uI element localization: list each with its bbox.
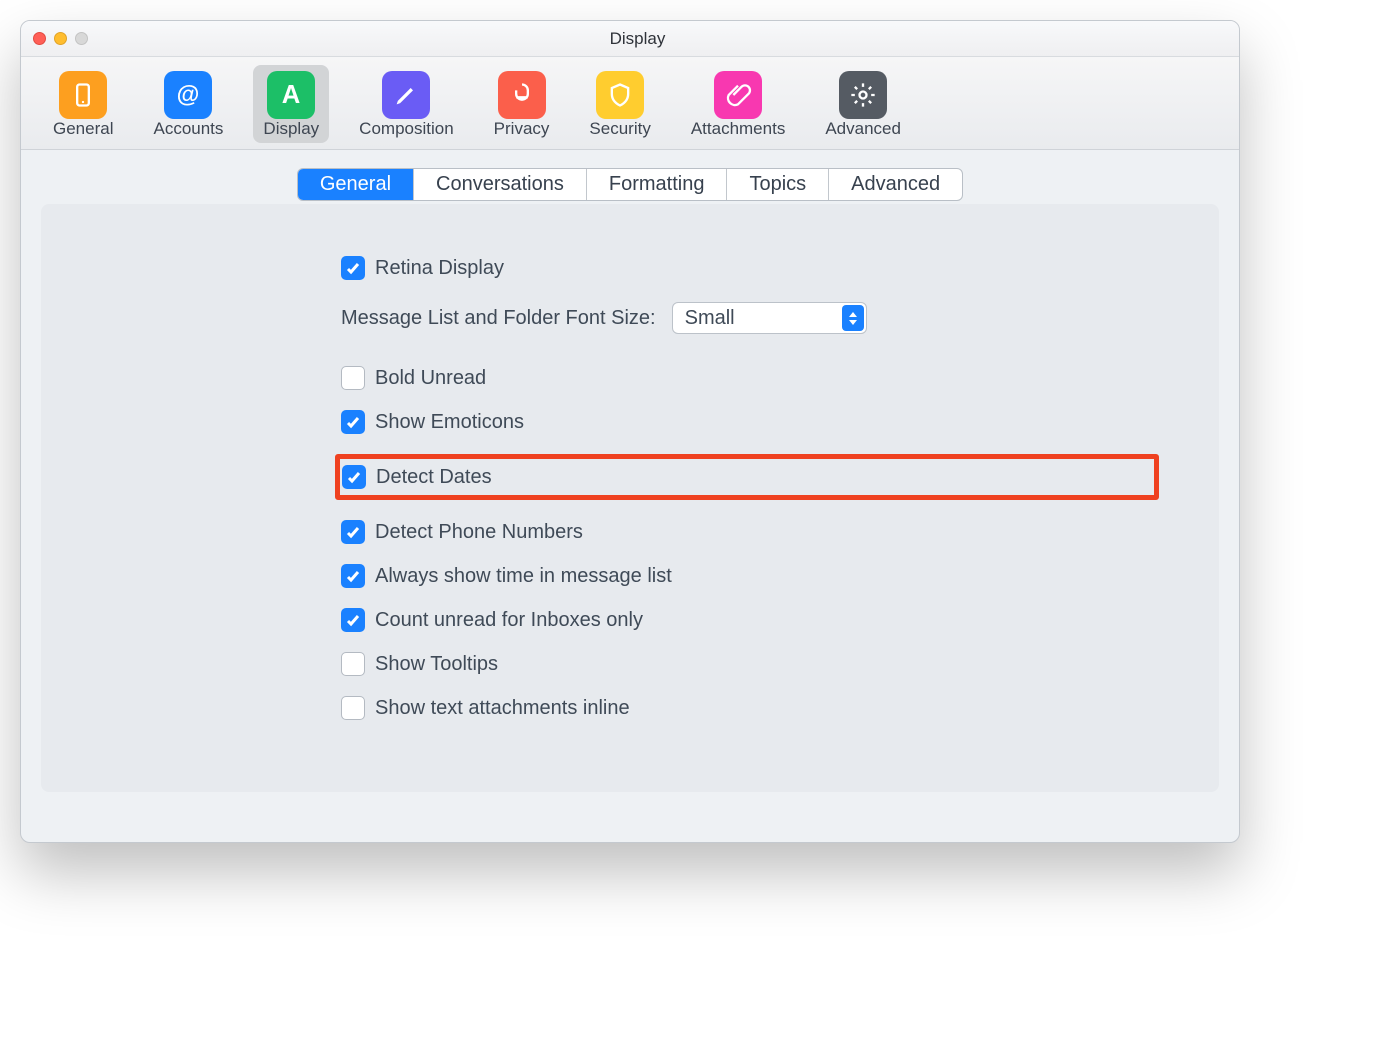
- subtab-conversations[interactable]: Conversations: [414, 169, 587, 200]
- A-icon: A: [267, 71, 315, 119]
- row-time: Always show time in message list: [341, 564, 1159, 588]
- label-inline: Show text attachments inline: [375, 697, 630, 720]
- subtab-general[interactable]: General: [298, 169, 414, 200]
- row-inline: Show text attachments inline: [341, 696, 1159, 720]
- window-title: Display: [48, 29, 1227, 49]
- settings-panel: Retina Display Message List and Folder Fo…: [41, 204, 1219, 792]
- checkbox-time[interactable]: [341, 564, 365, 588]
- font-size-value: Small: [685, 307, 735, 330]
- label-emoti: Show Emoticons: [375, 411, 524, 434]
- toolbar-general[interactable]: General: [43, 65, 123, 143]
- shield-icon: [596, 71, 644, 119]
- pencil-icon: [382, 71, 430, 119]
- checkbox-inline[interactable]: [341, 696, 365, 720]
- toolbar-advanced[interactable]: Advanced: [815, 65, 911, 143]
- titlebar: Display: [21, 21, 1239, 57]
- gear-icon: [839, 71, 887, 119]
- toolbar-accounts[interactable]: @ Accounts: [143, 65, 233, 143]
- preferences-window: Display General @ Accounts A Display Composit…: [20, 20, 1240, 843]
- toolbar-label: General: [53, 119, 113, 139]
- toolbar-label: Attachments: [691, 119, 786, 139]
- checkbox-tooltips[interactable]: [341, 652, 365, 676]
- label-phone: Detect Phone Numbers: [375, 521, 583, 544]
- subtab-bar: GeneralConversationsFormattingTopicsAdva…: [41, 168, 1219, 201]
- checkbox-phone[interactable]: [341, 520, 365, 544]
- checkbox-retina[interactable]: [341, 256, 365, 280]
- at-icon: @: [164, 71, 212, 119]
- label-tooltips: Show Tooltips: [375, 653, 498, 676]
- toolbar-privacy[interactable]: Privacy: [484, 65, 560, 143]
- phone-icon: [59, 71, 107, 119]
- preferences-toolbar: General @ Accounts A Display Composition Priva…: [21, 57, 1239, 150]
- row-phone: Detect Phone Numbers: [341, 520, 1159, 544]
- toolbar-attachments[interactable]: Attachments: [681, 65, 796, 143]
- font-size-select[interactable]: Small: [672, 302, 867, 334]
- row-retina: Retina Display: [341, 256, 1159, 280]
- content-area: GeneralConversationsFormattingTopicsAdva…: [21, 150, 1239, 842]
- label-retina: Retina Display: [375, 257, 504, 280]
- close-button[interactable]: [33, 32, 46, 45]
- row-emoti: Show Emoticons: [341, 410, 1159, 434]
- font-size-label: Message List and Folder Font Size:: [341, 307, 656, 330]
- label-dates: Detect Dates: [376, 466, 492, 489]
- row-bold: Bold Unread: [341, 366, 1159, 390]
- clip-icon: [714, 71, 762, 119]
- checkbox-emoti[interactable]: [341, 410, 365, 434]
- toolbar-label: Privacy: [494, 119, 550, 139]
- row-tooltips: Show Tooltips: [341, 652, 1159, 676]
- label-count: Count unread for Inboxes only: [375, 609, 643, 632]
- subtab-topics[interactable]: Topics: [727, 169, 829, 200]
- checkbox-count[interactable]: [341, 608, 365, 632]
- checkbox-bold[interactable]: [341, 366, 365, 390]
- label-time: Always show time in message list: [375, 565, 672, 588]
- subtab-advanced[interactable]: Advanced: [829, 169, 962, 200]
- toolbar-display[interactable]: A Display: [253, 65, 329, 143]
- checkbox-dates[interactable]: [342, 465, 366, 489]
- font-size-row: Message List and Folder Font Size: Small: [341, 302, 1159, 334]
- toolbar-security[interactable]: Security: [579, 65, 660, 143]
- toolbar-label: Display: [263, 119, 319, 139]
- select-stepper-icon: [842, 305, 864, 331]
- subtab-segmented: GeneralConversationsFormattingTopicsAdva…: [297, 168, 963, 201]
- toolbar-label: Security: [589, 119, 650, 139]
- subtab-formatting[interactable]: Formatting: [587, 169, 728, 200]
- svg-text:@: @: [177, 81, 200, 107]
- toolbar-composition[interactable]: Composition: [349, 65, 464, 143]
- label-bold: Bold Unread: [375, 367, 486, 390]
- svg-text:A: A: [282, 81, 301, 109]
- row-count: Count unread for Inboxes only: [341, 608, 1159, 632]
- lock-icon: [498, 71, 546, 119]
- toolbar-label: Composition: [359, 119, 454, 139]
- toolbar-label: Advanced: [825, 119, 901, 139]
- toolbar-label: Accounts: [153, 119, 223, 139]
- row-dates: Detect Dates: [335, 454, 1159, 500]
